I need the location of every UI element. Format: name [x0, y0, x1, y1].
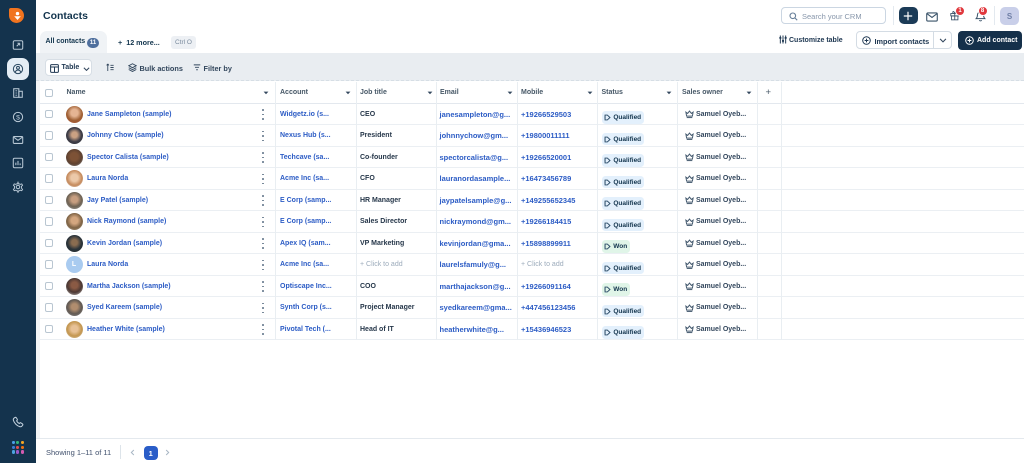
svg-text:$: $: [16, 114, 20, 121]
